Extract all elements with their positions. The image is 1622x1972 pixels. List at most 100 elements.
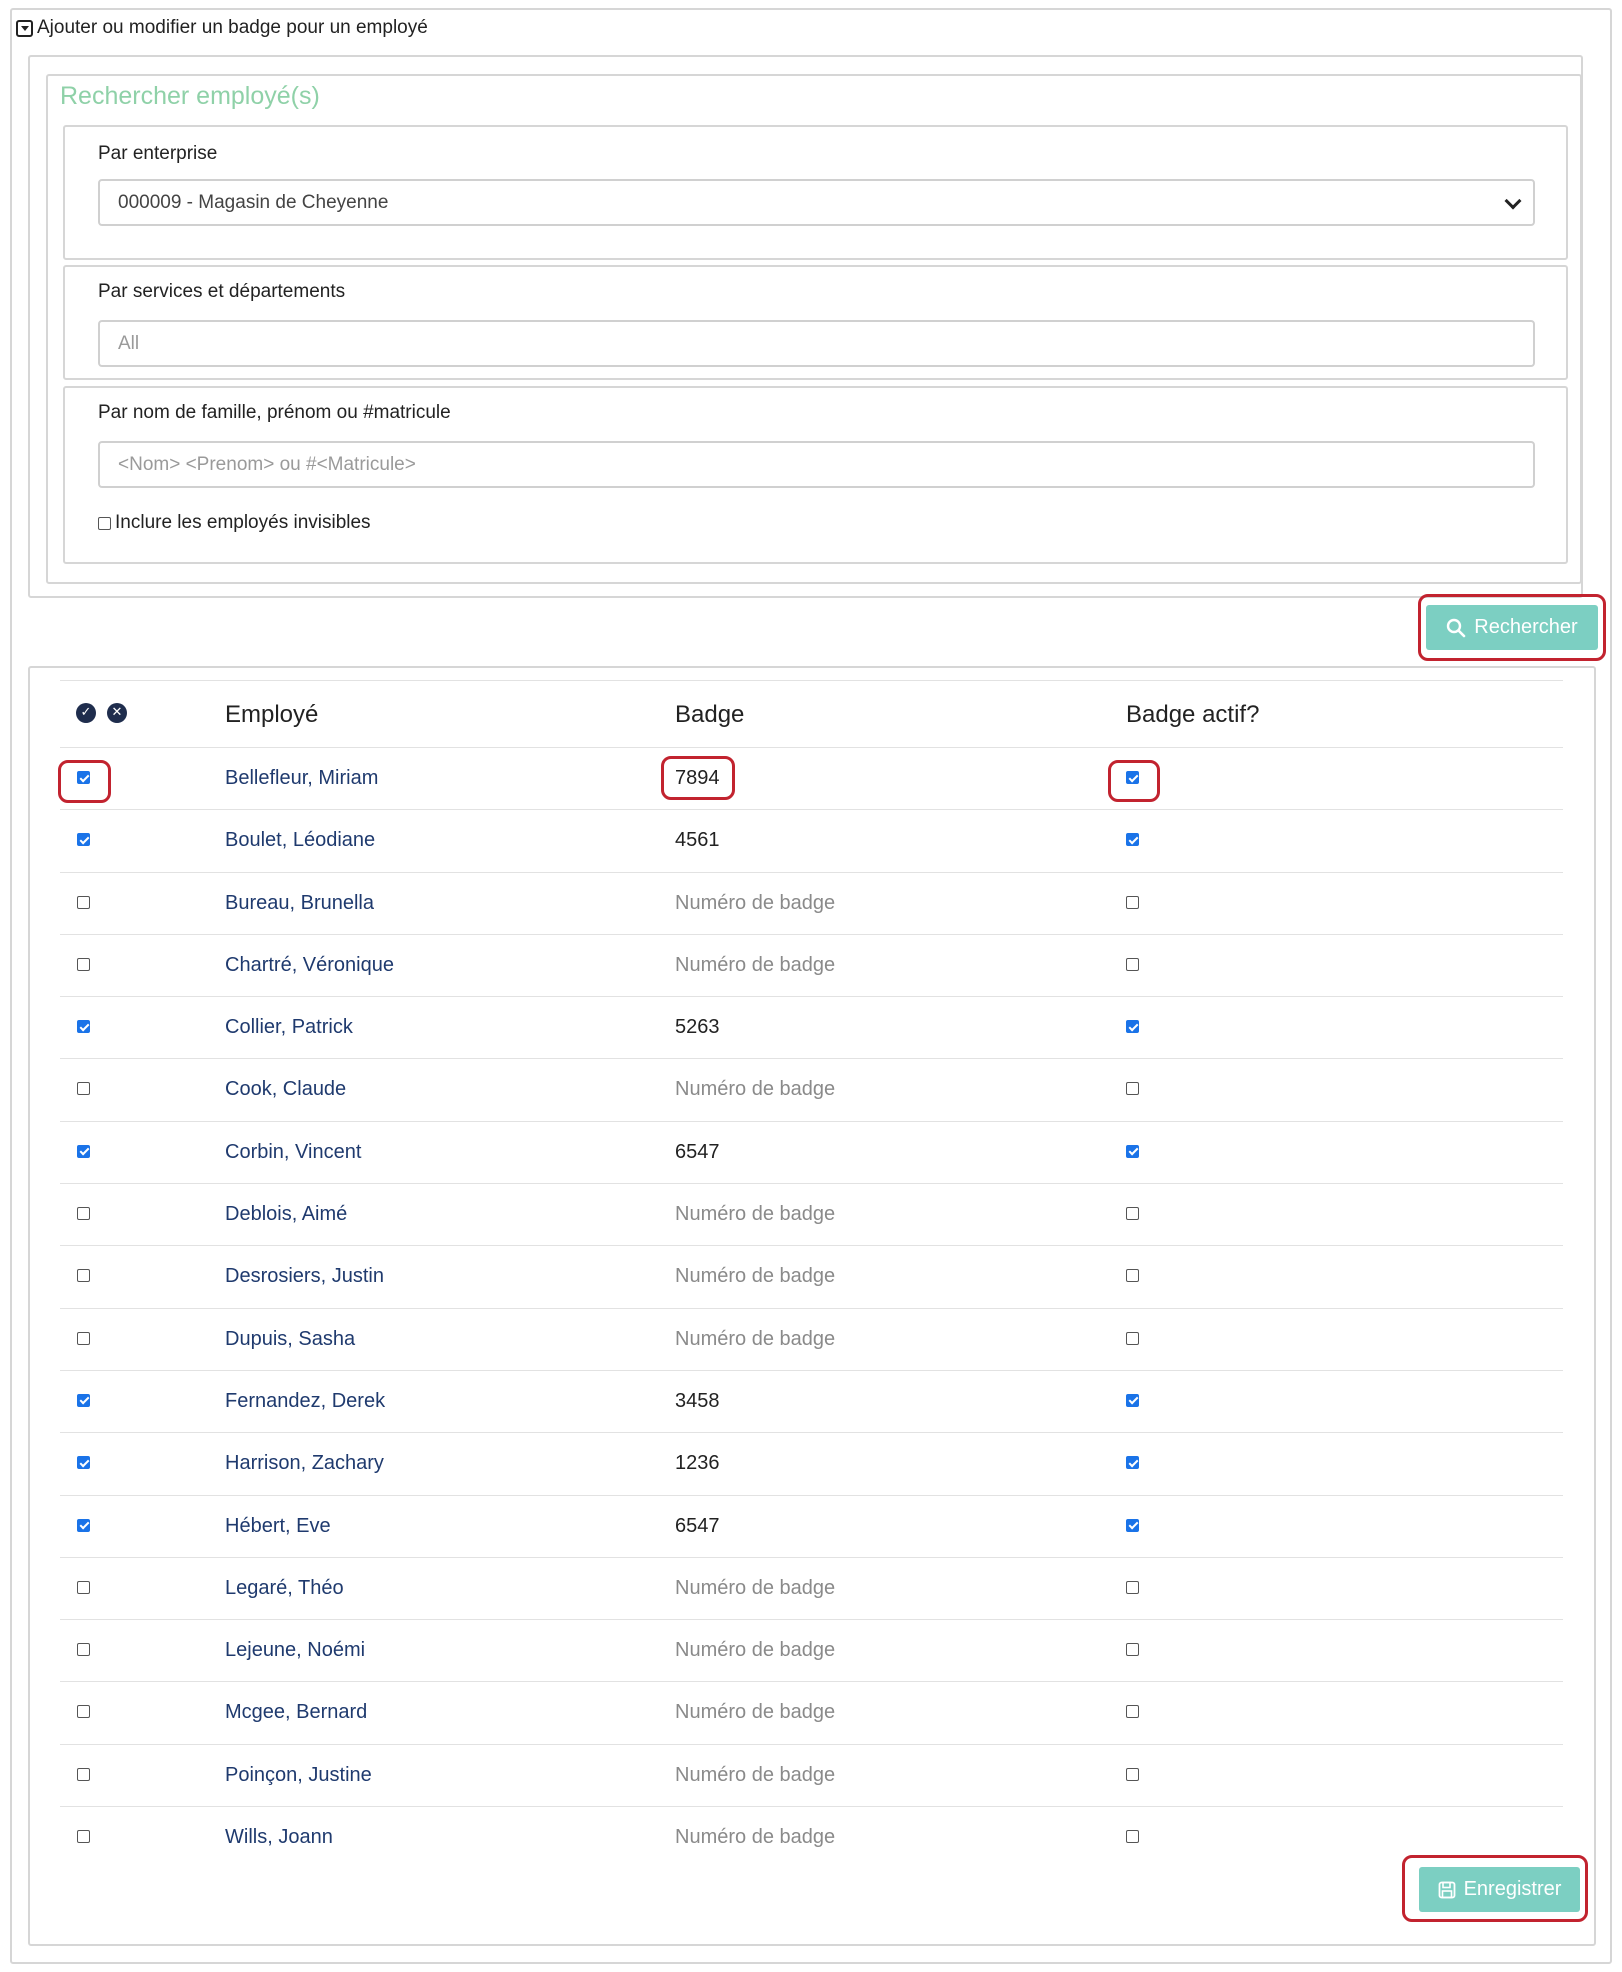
employee-name-link[interactable]: Harrison, Zachary bbox=[225, 1452, 384, 1475]
row-select-checkbox[interactable] bbox=[77, 1767, 90, 1781]
row-select-checkbox[interactable] bbox=[77, 1020, 90, 1034]
badge-active-checkbox[interactable] bbox=[1126, 833, 1139, 847]
row-select-checkbox[interactable] bbox=[77, 1144, 90, 1158]
badge-active-checkbox[interactable] bbox=[1126, 1393, 1139, 1407]
badge-active-checkbox[interactable] bbox=[1126, 1082, 1139, 1096]
badge-active-checkbox[interactable] bbox=[1126, 957, 1139, 971]
select-all-icon[interactable]: ✓ bbox=[76, 703, 96, 723]
badge-number-input[interactable]: Numéro de badge bbox=[675, 1764, 835, 1787]
table-row: Collier, Patrick 5263 bbox=[60, 997, 1563, 1060]
row-select-checkbox[interactable] bbox=[77, 1207, 90, 1221]
include-invisible-label: Inclure les employés invisibles bbox=[115, 512, 371, 533]
name-search-placeholder: <Nom> <Prenom> ou #<Matricule> bbox=[118, 453, 416, 475]
badge-number-input[interactable]: Numéro de badge bbox=[675, 1639, 835, 1662]
employee-name-link[interactable]: Cook, Claude bbox=[225, 1078, 346, 1101]
employee-name-link[interactable]: Boulet, Léodiane bbox=[225, 829, 375, 852]
badge-active-checkbox[interactable] bbox=[1126, 1580, 1139, 1594]
badge-number-input[interactable]: Numéro de badge bbox=[675, 1701, 835, 1724]
badge-active-checkbox[interactable] bbox=[1126, 895, 1139, 909]
employee-name-link[interactable]: Bureau, Brunella bbox=[225, 892, 374, 915]
deselect-all-icon[interactable]: ✕ bbox=[107, 703, 127, 723]
table-row: Lejeune, Noémi Numéro de badge bbox=[60, 1620, 1563, 1683]
employee-name-link[interactable]: Dupuis, Sasha bbox=[225, 1328, 355, 1351]
table-row: Corbin, Vincent 6547 bbox=[60, 1122, 1563, 1185]
section-toggle[interactable]: Ajouter ou modifier un badge pour un emp… bbox=[16, 14, 428, 42]
badge-number-input[interactable]: Numéro de badge bbox=[675, 1203, 835, 1226]
badge-active-checkbox[interactable] bbox=[1126, 1767, 1139, 1781]
table-row: Wills, Joann Numéro de badge bbox=[60, 1807, 1563, 1869]
company-select[interactable]: 000009 - Magasin de Cheyenne bbox=[98, 179, 1535, 226]
row-select-checkbox[interactable] bbox=[77, 1705, 90, 1719]
row-select-checkbox[interactable] bbox=[77, 895, 90, 909]
department-filter-group: Par services et départements All bbox=[63, 265, 1568, 380]
employee-name-link[interactable]: Desrosiers, Justin bbox=[225, 1265, 384, 1288]
badge-active-checkbox[interactable] bbox=[1126, 1331, 1139, 1345]
employee-name-link[interactable]: Chartré, Véronique bbox=[225, 954, 394, 977]
table-row: Poinçon, Justine Numéro de badge bbox=[60, 1745, 1563, 1808]
badge-active-checkbox[interactable] bbox=[1126, 1020, 1139, 1034]
row-select-checkbox[interactable] bbox=[77, 1456, 90, 1470]
employee-name-link[interactable]: Corbin, Vincent bbox=[225, 1141, 361, 1164]
employee-name-link[interactable]: Collier, Patrick bbox=[225, 1016, 353, 1039]
include-invisible-option[interactable]: Inclure les employés invisibles bbox=[98, 512, 371, 534]
badge-active-checkbox[interactable] bbox=[1126, 1144, 1139, 1158]
badge-number-input[interactable]: 3458 bbox=[675, 1390, 720, 1413]
row-select-checkbox[interactable] bbox=[77, 1082, 90, 1096]
badge-number-input[interactable]: Numéro de badge bbox=[675, 892, 835, 915]
badge-number-input[interactable]: 4561 bbox=[675, 829, 720, 852]
badge-number-input[interactable]: Numéro de badge bbox=[675, 1078, 835, 1101]
badge-number-input[interactable]: Numéro de badge bbox=[675, 1826, 835, 1849]
badge-active-checkbox[interactable] bbox=[1126, 1207, 1139, 1221]
employee-name-link[interactable]: Poinçon, Justine bbox=[225, 1764, 372, 1787]
table-row: Cook, Claude Numéro de badge bbox=[60, 1059, 1563, 1122]
badge-active-checkbox[interactable] bbox=[1126, 1705, 1139, 1719]
employee-name-link[interactable]: Hébert, Eve bbox=[225, 1515, 331, 1538]
table-row: Legaré, Théo Numéro de badge bbox=[60, 1558, 1563, 1621]
name-filter-group: Par nom de famille, prénom ou #matricule… bbox=[63, 386, 1568, 564]
name-search-input[interactable]: <Nom> <Prenom> ou #<Matricule> bbox=[98, 441, 1535, 488]
table-row: Bellefleur, Miriam 7894 bbox=[60, 748, 1563, 811]
include-invisible-checkbox[interactable] bbox=[98, 516, 111, 530]
row-select-checkbox[interactable] bbox=[77, 1518, 90, 1532]
row-select-checkbox[interactable] bbox=[77, 1643, 90, 1657]
badge-active-highlight bbox=[1108, 760, 1160, 802]
row-select-checkbox[interactable] bbox=[77, 957, 90, 971]
badge-number-input[interactable]: Numéro de badge bbox=[675, 1328, 835, 1351]
badge-number-input[interactable]: Numéro de badge bbox=[675, 1265, 835, 1288]
table-row: Bureau, Brunella Numéro de badge bbox=[60, 873, 1563, 935]
department-input[interactable]: All bbox=[98, 320, 1535, 367]
column-header-badge-active: Badge actif? bbox=[1126, 701, 1260, 728]
employee-name-link[interactable]: Mcgee, Bernard bbox=[225, 1701, 367, 1724]
badge-number-input[interactable]: 6547 bbox=[675, 1515, 720, 1538]
row-select-checkbox[interactable] bbox=[77, 1830, 90, 1844]
column-header-badge: Badge bbox=[675, 701, 745, 728]
row-select-checkbox[interactable] bbox=[77, 833, 90, 847]
badge-active-checkbox[interactable] bbox=[1126, 1830, 1139, 1844]
employee-name-link[interactable]: Fernandez, Derek bbox=[225, 1390, 385, 1413]
employee-name-link[interactable]: Legaré, Théo bbox=[225, 1577, 344, 1600]
employee-name-link[interactable]: Lejeune, Noémi bbox=[225, 1639, 365, 1662]
badge-number-input[interactable]: 5263 bbox=[675, 1016, 720, 1039]
badge-active-checkbox[interactable] bbox=[1126, 1456, 1139, 1470]
badge-active-checkbox[interactable] bbox=[1126, 1518, 1139, 1532]
search-title: Rechercher employé(s) bbox=[60, 82, 320, 110]
collapse-icon[interactable] bbox=[16, 19, 33, 37]
badge-active-checkbox[interactable] bbox=[1126, 1643, 1139, 1657]
company-filter-group: Par enterprise 000009 - Magasin de Cheye… bbox=[63, 125, 1568, 260]
badge-number-input[interactable]: 1236 bbox=[675, 1452, 720, 1475]
badge-number-input[interactable]: Numéro de badge bbox=[675, 1577, 835, 1600]
badge-number-input[interactable]: 6547 bbox=[675, 1141, 720, 1164]
table-row: Desrosiers, Justin Numéro de badge bbox=[60, 1246, 1563, 1309]
table-header: ✓ ✕ Employé Badge Badge actif? bbox=[60, 680, 1563, 748]
table-row: Harrison, Zachary 1236 bbox=[60, 1433, 1563, 1496]
row-select-checkbox[interactable] bbox=[77, 1393, 90, 1407]
department-label: Par services et départements bbox=[98, 281, 346, 302]
employee-name-link[interactable]: Deblois, Aimé bbox=[225, 1203, 347, 1226]
row-select-checkbox[interactable] bbox=[77, 1580, 90, 1594]
row-select-checkbox[interactable] bbox=[77, 1269, 90, 1283]
badge-active-checkbox[interactable] bbox=[1126, 1269, 1139, 1283]
employee-name-link[interactable]: Bellefleur, Miriam bbox=[225, 767, 378, 790]
badge-number-input[interactable]: Numéro de badge bbox=[675, 954, 835, 977]
row-select-checkbox[interactable] bbox=[77, 1331, 90, 1345]
employee-name-link[interactable]: Wills, Joann bbox=[225, 1826, 333, 1849]
